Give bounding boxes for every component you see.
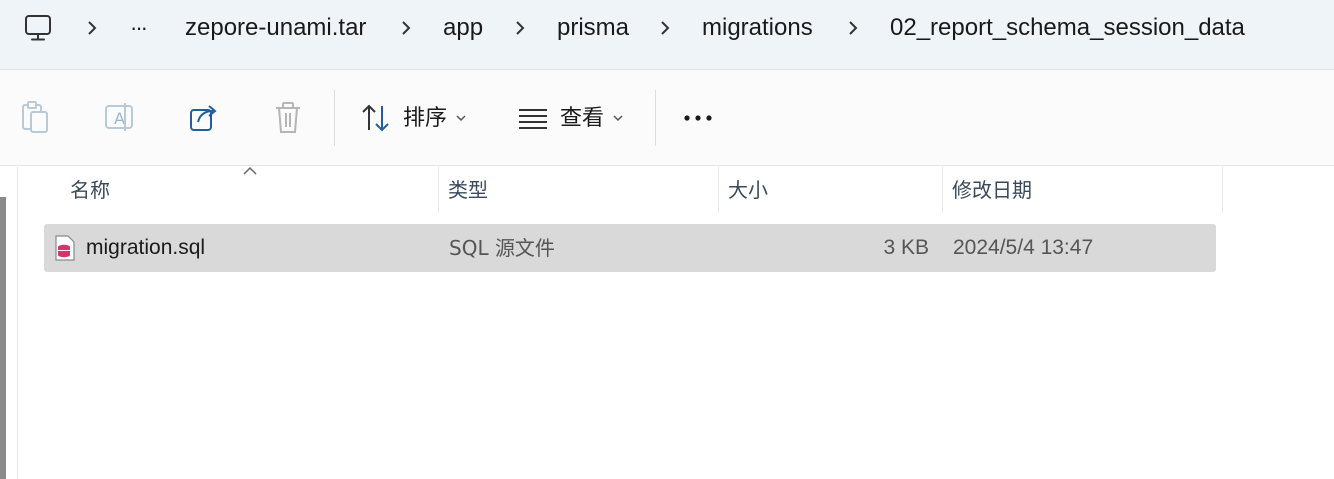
chevron-down-icon [456,115,466,122]
file-row[interactable]: migration.sql SQL 源文件 3 KB 2024/5/4 13:4… [44,224,1216,272]
column-header-type[interactable]: 类型 [438,167,718,213]
paste-icon[interactable] [20,100,50,136]
delete-icon[interactable] [273,100,303,136]
toolbar-separator [334,90,335,146]
column-header-name[interactable]: 名称 [60,167,438,213]
breadcrumb-prisma[interactable]: prisma [557,14,629,42]
file-name: migration.sql [86,236,206,259]
file-size: 3 KB [883,236,929,259]
navigation-pane-edge [0,167,18,479]
command-bar: A 排序 查看 [0,70,1334,166]
column-divider[interactable] [1222,167,1223,213]
breadcrumb-current-folder[interactable]: 02_report_schema_session_data [890,14,1245,42]
chevron-down-icon [613,115,623,122]
chevron-right-icon [516,21,525,35]
view-button-label[interactable]: 查看 [560,106,604,132]
file-type: SQL 源文件 [449,236,555,260]
share-icon[interactable] [188,100,220,136]
computer-icon[interactable] [24,14,54,42]
view-icon[interactable] [517,100,549,136]
file-list [0,167,1334,479]
chevron-right-icon [402,21,411,35]
column-header-size[interactable]: 大小 [718,167,942,213]
chevron-right-icon [849,21,858,35]
breadcrumb-overflow[interactable]: ··· [130,14,148,42]
address-bar: ··· zepore-unami.tar app prisma migratio… [0,0,1334,70]
sort-icon[interactable] [360,100,392,136]
file-modified: 2024/5/4 13:47 [953,236,1094,259]
column-header-modified[interactable]: 修改日期 [942,167,1222,213]
rename-icon[interactable]: A [103,100,137,136]
sql-file-icon [55,235,75,261]
breadcrumb-app[interactable]: app [443,14,483,42]
sort-button-label[interactable]: 排序 [403,106,447,132]
toolbar-separator [655,90,656,146]
more-options-icon[interactable] [682,108,716,128]
breadcrumb-zepore-unami[interactable]: zepore-unami.tar [185,14,366,42]
scrollbar[interactable] [0,197,6,479]
chevron-right-icon [661,21,670,35]
svg-text:A: A [114,109,125,128]
chevron-right-icon [88,21,97,35]
breadcrumb-migrations[interactable]: migrations [702,14,813,42]
